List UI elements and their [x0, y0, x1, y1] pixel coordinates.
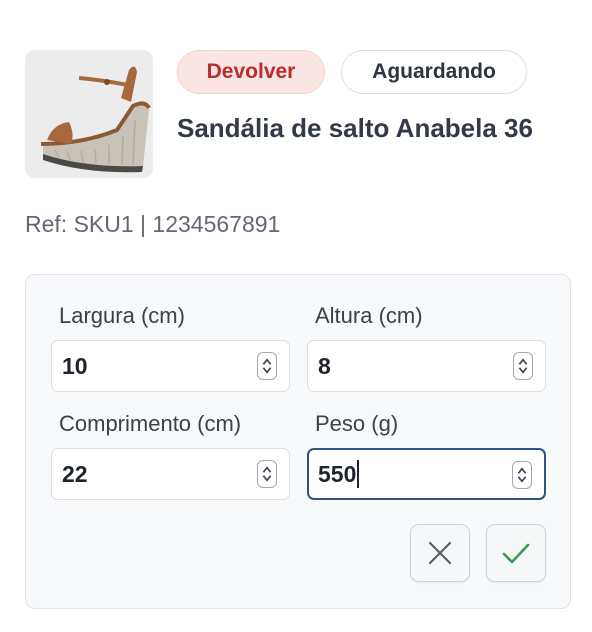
wedge-sandal-image — [25, 50, 153, 178]
width-stepper[interactable] — [257, 352, 277, 380]
weight-input[interactable]: 550 — [307, 448, 546, 500]
length-label: Comprimento (cm) — [59, 411, 242, 436]
product-reference: Ref: SKU1 | 1234567891 — [25, 211, 281, 237]
weight-input-value: 550 — [318, 460, 357, 487]
length-stepper[interactable] — [257, 460, 277, 488]
weight-label: Peso (g) — [315, 411, 399, 436]
height-input-value: 8 — [318, 352, 331, 379]
length-input[interactable]: 22 — [51, 448, 290, 500]
length-input-value: 22 — [62, 460, 88, 487]
product-image — [25, 50, 153, 178]
width-input-value: 10 — [62, 352, 88, 379]
close-icon — [428, 541, 452, 565]
width-input[interactable]: 10 — [51, 340, 290, 392]
width-label: Largura (cm) — [59, 303, 185, 328]
height-label: Altura (cm) — [315, 303, 423, 328]
weight-stepper[interactable] — [512, 461, 532, 489]
status-badge-label: Devolver — [206, 60, 296, 83]
confirm-button[interactable] — [486, 524, 546, 582]
height-stepper[interactable] — [513, 352, 533, 380]
tracking-status-badge: Aguardando — [341, 50, 527, 94]
tracking-status-badge-label: Aguardando — [372, 60, 496, 83]
text-caret — [357, 460, 360, 488]
check-icon — [502, 543, 530, 564]
product-title: Sandália de salto Anabela 36 — [177, 113, 533, 143]
height-input[interactable]: 8 — [307, 340, 546, 392]
cancel-button[interactable] — [410, 524, 470, 582]
status-badge: Devolver — [177, 50, 325, 94]
